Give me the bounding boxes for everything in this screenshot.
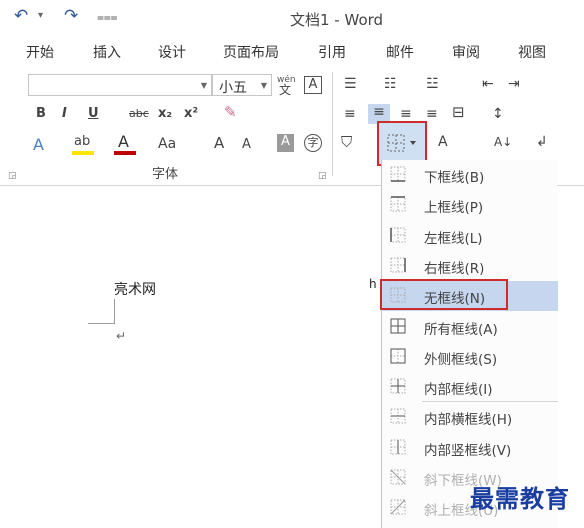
document-title: 文档1 - Word [290, 11, 384, 29]
inside-vertical-border-icon [390, 439, 406, 455]
menu-item-bottom-border[interactable]: 下框线(B) [382, 160, 558, 190]
grow-font-button[interactable]: A [214, 135, 224, 151]
undo-dropdown-icon[interactable]: ▾ [38, 10, 43, 21]
font-size-value: 小五 [219, 80, 247, 96]
shrink-font-button[interactable]: A [242, 137, 251, 153]
clear-formatting-icon[interactable]: ✎ [224, 104, 237, 120]
menu-item-label: 内部框线(I) [424, 382, 493, 399]
redo-icon[interactable]: ↷ [64, 6, 78, 26]
tab-home[interactable]: 开始 [26, 42, 54, 62]
underline-button[interactable]: U [88, 106, 99, 122]
title-bar: ↶ ▾ ↷ ⩶ 文档1 - Word [0, 0, 584, 36]
tab-references[interactable]: 引用 [318, 42, 346, 62]
all-borders-icon [390, 318, 406, 334]
menu-item-label: 下框线(B) [424, 170, 485, 186]
chevron-down-icon: ▼ [260, 81, 267, 90]
numbering-icon[interactable]: ☷ [384, 76, 397, 92]
group-divider [332, 72, 333, 176]
asian-layout-icon[interactable]: A [438, 134, 448, 150]
subscript-button[interactable]: x₂ [158, 106, 172, 122]
paragraph-mark: ↵ [116, 329, 127, 343]
border-grid-icon [387, 134, 416, 152]
ribbon-tabs: 开始 插入 设计 页面布局 引用 邮件 审阅 视图 [0, 36, 584, 66]
line-spacing-icon[interactable]: ↕ [492, 106, 504, 122]
show-marks-icon[interactable]: ↲ [536, 134, 548, 150]
menu-separator [422, 401, 558, 403]
decrease-indent-icon[interactable]: ⇤ [482, 76, 494, 92]
no-border-callout [380, 279, 508, 310]
menu-item-left-border[interactable]: 左框线(L) [382, 221, 558, 251]
dialog-launcher-icon[interactable]: ◲ [8, 168, 17, 184]
enclose-characters-button[interactable]: 字 [304, 134, 322, 152]
menu-item-label: 内部横框线(H) [424, 412, 513, 429]
inside-borders-icon [390, 378, 406, 394]
change-case-button[interactable]: Aa [158, 136, 176, 152]
chevron-down-icon: ▼ [200, 81, 207, 90]
inside-horizontal-border-icon [390, 408, 406, 424]
justify-icon[interactable]: ≡ [426, 106, 438, 122]
font-group-label: 字体 [152, 167, 179, 182]
borders-dropdown-menu: 下框线(B) 上框线(P) 左框线(L) 右框线(R) 无框线(N) 所有框线(A) 外侧框… [381, 160, 558, 528]
tab-view[interactable]: 视图 [518, 42, 546, 62]
font-color-button[interactable]: A [118, 134, 129, 150]
document-text: 亮术网 [114, 282, 156, 298]
menu-item-label: 所有框线(A) [424, 321, 498, 338]
menu-item-all-borders[interactable]: 所有框线(A) [382, 312, 558, 342]
menu-item-top-border[interactable]: 上框线(P) [382, 190, 558, 220]
text-effects-button[interactable]: A [33, 137, 44, 153]
watermark: 最需教育 [470, 484, 570, 513]
document-text-fragment: h [369, 277, 377, 291]
highlight-color-swatch [72, 151, 94, 155]
top-border-icon [390, 196, 406, 212]
margin-corner-mark [88, 323, 114, 324]
font-size-dropdown[interactable]: 小五 ▼ [212, 74, 272, 96]
character-shading-button[interactable]: A [277, 134, 294, 152]
diagonal-down-border-icon [390, 469, 406, 485]
menu-item-label: 内部竖框线(V) [424, 442, 512, 459]
menu-item-label: 外侧框线(S) [424, 351, 498, 368]
strikethrough-button[interactable]: abc [129, 106, 149, 122]
diagonal-up-border-icon [390, 499, 406, 515]
font-color-swatch [114, 151, 136, 155]
distributed-align-icon[interactable]: ⊟ [452, 104, 465, 120]
sort-button[interactable]: A↓ [494, 134, 512, 150]
tab-mailings[interactable]: 邮件 [386, 42, 414, 62]
font-name-dropdown[interactable]: ▼ [28, 74, 212, 96]
tab-design[interactable]: 设计 [158, 42, 186, 62]
tab-page-layout[interactable]: 页面布局 [223, 42, 279, 62]
increase-indent-icon[interactable]: ⇥ [508, 76, 520, 92]
menu-item-label: 右框线(R) [424, 260, 485, 277]
menu-item-inside-vertical-border[interactable]: 内部竖框线(V) [382, 433, 558, 463]
italic-button[interactable]: I [62, 106, 67, 122]
undo-icon[interactable]: ↶ [14, 6, 28, 26]
menu-item-outside-borders[interactable]: 外侧框线(S) [382, 342, 558, 372]
menu-item-label: 上框线(P) [424, 200, 484, 217]
tab-insert[interactable]: 插入 [93, 42, 121, 62]
menu-item-inside-borders[interactable]: 内部框线(I) [382, 372, 558, 402]
shading-fill-icon[interactable]: ⛉ [341, 134, 352, 150]
superscript-button[interactable]: x² [184, 106, 198, 122]
character-border-button[interactable]: A [304, 76, 322, 94]
phonetic-guide-button[interactable]: 文 [279, 82, 291, 98]
left-border-icon [390, 227, 406, 243]
align-left-icon[interactable]: ≡ [344, 106, 356, 122]
menu-item-label: 左框线(L) [424, 230, 483, 247]
menu-item-right-border[interactable]: 右框线(R) [382, 251, 558, 281]
customize-toolbar-icon[interactable]: ⩶ [97, 10, 118, 25]
tab-review[interactable]: 审阅 [452, 42, 480, 62]
font-dialog-launcher-icon[interactable]: ◲ [318, 168, 327, 184]
outside-borders-icon [390, 348, 406, 364]
align-right-icon[interactable]: ≡ [400, 106, 412, 122]
bold-button[interactable]: B [36, 106, 46, 122]
bullets-icon[interactable]: ☰ [344, 76, 357, 92]
bottom-border-icon [390, 166, 406, 182]
multilevel-list-icon[interactable]: ☳ [426, 76, 439, 92]
right-border-icon [390, 257, 406, 273]
menu-item-inside-horizontal-border[interactable]: 内部横框线(H) [382, 402, 558, 432]
highlight-color-button[interactable]: ab [74, 134, 90, 150]
margin-corner-mark [114, 299, 115, 324]
